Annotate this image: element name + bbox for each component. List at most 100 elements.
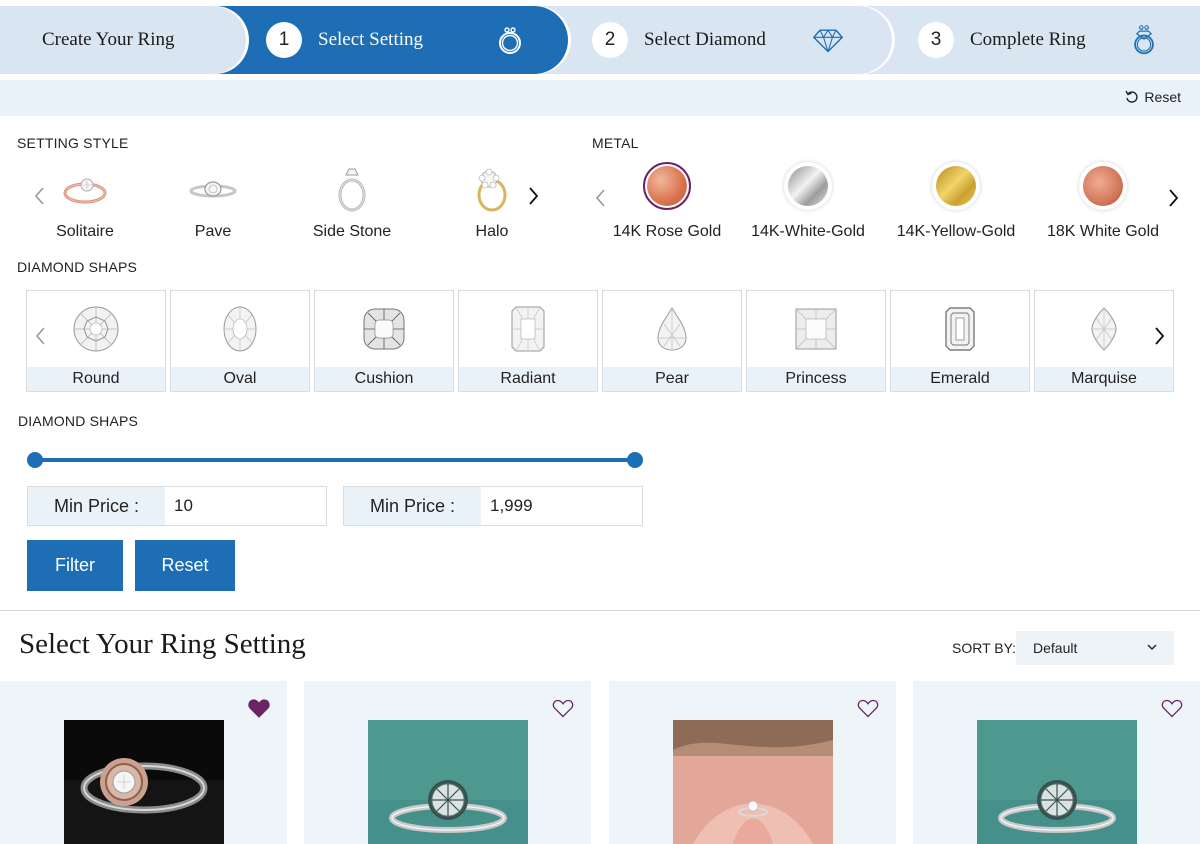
heart-filled-icon[interactable] <box>248 698 270 718</box>
price-slider-max-handle[interactable] <box>627 452 643 468</box>
pave-ring-image <box>153 162 273 216</box>
metal-label-14k-yellow-gold: 14K-Yellow-Gold <box>896 223 1016 240</box>
yellow-gold-swatch <box>936 166 976 206</box>
product-photo-solitaire-ring <box>368 720 528 844</box>
shape-option-pear[interactable]: Pear <box>602 290 742 392</box>
max-price-label: Min Price : <box>344 487 481 525</box>
shape-label-radiant: Radiant <box>459 367 597 391</box>
product-card[interactable] <box>0 681 287 844</box>
reset-button[interactable]: Reset <box>135 540 235 591</box>
complete-ring-icon <box>1134 25 1154 55</box>
metal-heading: METAL <box>592 135 639 151</box>
metal-option-14k-white-gold[interactable]: 14K-White-Gold <box>738 162 878 241</box>
metal-next-arrow[interactable] <box>1165 187 1181 209</box>
heart-outline-icon[interactable] <box>552 698 574 718</box>
heart-outline-icon[interactable] <box>857 698 879 718</box>
metal-swatch-ring <box>643 162 691 210</box>
metal-option-14k-rose-gold[interactable]: 14K Rose Gold <box>597 162 737 241</box>
price-slider-min-handle[interactable] <box>27 452 43 468</box>
metal-label-14k-rose-gold: 14K Rose Gold <box>612 223 722 240</box>
shape-label-round: Round <box>27 367 165 391</box>
shape-label-oval: Oval <box>171 367 309 391</box>
product-card[interactable] <box>913 681 1200 844</box>
sort-selected-value: Default <box>1033 640 1078 656</box>
metal-swatch-ring <box>784 162 832 210</box>
metal-option-14k-yellow-gold[interactable]: 14K-Yellow-Gold <box>886 162 1026 241</box>
metal-label-18k-white-gold: 18K White Gold <box>1046 223 1160 240</box>
reset-all-label: Reset <box>1144 89 1181 105</box>
product-photo-pink-fabric-ring <box>673 720 833 844</box>
step-select-setting-label: Select Setting <box>318 29 424 50</box>
style-label-solitaire: Solitaire <box>56 223 114 240</box>
metal-swatch-ring <box>1079 162 1127 210</box>
step-create-your-ring[interactable]: Create Your Ring <box>0 6 246 74</box>
step-number-1: 1 <box>266 22 302 58</box>
shape-option-cushion[interactable]: Cushion <box>314 290 454 392</box>
step-complete-ring-label: Complete Ring <box>970 29 1086 50</box>
step-number-2: 2 <box>592 22 628 58</box>
step-select-diamond[interactable]: 2 Select Diamond <box>540 6 892 74</box>
step-select-setting[interactable]: 1 Select Setting <box>210 6 568 74</box>
setting-style-next-arrow[interactable] <box>525 185 541 207</box>
ring-icon <box>499 27 521 54</box>
sort-by-label: SORT BY: <box>952 640 1017 656</box>
max-price-input[interactable] <box>481 487 641 525</box>
price-range-heading: DIAMOND SHAPS <box>18 413 139 429</box>
step-complete-ring[interactable]: 3 Complete Ring <box>866 6 1200 74</box>
step-select-diamond-label: Select Diamond <box>644 29 766 50</box>
min-price-box: Min Price : <box>27 486 327 526</box>
shape-label-princess: Princess <box>747 367 885 391</box>
radiant-diamond-icon <box>459 291 597 367</box>
shape-label-cushion: Cushion <box>315 367 453 391</box>
cushion-diamond-icon <box>315 291 453 367</box>
step-create-label: Create Your Ring <box>42 29 175 50</box>
reset-bar: Reset <box>0 80 1200 116</box>
shapes-prev-arrow[interactable] <box>33 325 49 347</box>
shape-label-emerald: Emerald <box>891 367 1029 391</box>
side-stone-ring-image <box>292 162 412 216</box>
setting-style-heading: SETTING STYLE <box>17 135 129 151</box>
sort-dropdown[interactable]: Default <box>1016 631 1174 665</box>
style-option-side-stone[interactable]: Side Stone <box>292 162 412 241</box>
shape-label-marquise: Marquise <box>1035 367 1173 391</box>
section-divider <box>0 610 1200 611</box>
white-gold-swatch <box>788 166 828 206</box>
metal-option-18k-white-gold[interactable]: 18K White Gold <box>1033 162 1173 241</box>
progress-stepper: Create Your Ring 1 Select Setting 2 Sele… <box>0 0 1200 80</box>
rose-gold-swatch <box>647 166 687 206</box>
copper-swatch <box>1083 166 1123 206</box>
heart-outline-icon[interactable] <box>1161 698 1183 718</box>
max-price-box: Min Price : <box>343 486 643 526</box>
product-card[interactable] <box>304 681 591 844</box>
reset-all-button[interactable]: Reset <box>1125 89 1181 105</box>
oval-diamond-icon <box>171 291 309 367</box>
diamond-shapes-heading: DIAMOND SHAPS <box>17 259 138 275</box>
shape-option-radiant[interactable]: Radiant <box>458 290 598 392</box>
product-photo-rose-gold-halo-ring <box>64 720 224 844</box>
shape-label-pear: Pear <box>603 367 741 391</box>
style-label-side-stone: Side Stone <box>312 223 392 240</box>
filter-button[interactable]: Filter <box>27 540 123 591</box>
style-label-pave: Pave <box>194 223 232 240</box>
min-price-input[interactable] <box>165 487 325 525</box>
shape-option-princess[interactable]: Princess <box>746 290 886 392</box>
princess-diamond-icon <box>747 291 885 367</box>
shape-option-oval[interactable]: Oval <box>170 290 310 392</box>
metal-label-14k-white-gold: 14K-White-Gold <box>751 223 865 240</box>
pear-diamond-icon <box>603 291 741 367</box>
diamond-icon <box>812 29 844 53</box>
price-slider-track[interactable] <box>34 458 635 462</box>
style-label-halo: Halo <box>475 223 509 240</box>
emerald-diamond-icon <box>891 291 1029 367</box>
style-option-pave[interactable]: Pave <box>153 162 273 241</box>
chevron-down-icon <box>1147 644 1157 650</box>
reset-icon <box>1125 90 1139 103</box>
product-card[interactable] <box>609 681 896 844</box>
shapes-next-arrow[interactable] <box>1151 325 1167 347</box>
product-photo-solitaire-ring <box>977 720 1137 844</box>
solitaire-ring-image <box>25 162 145 216</box>
style-option-solitaire[interactable]: Solitaire <box>25 162 145 241</box>
min-price-label: Min Price : <box>28 487 165 525</box>
results-title: Select Your Ring Setting <box>19 628 306 660</box>
shape-option-emerald[interactable]: Emerald <box>890 290 1030 392</box>
